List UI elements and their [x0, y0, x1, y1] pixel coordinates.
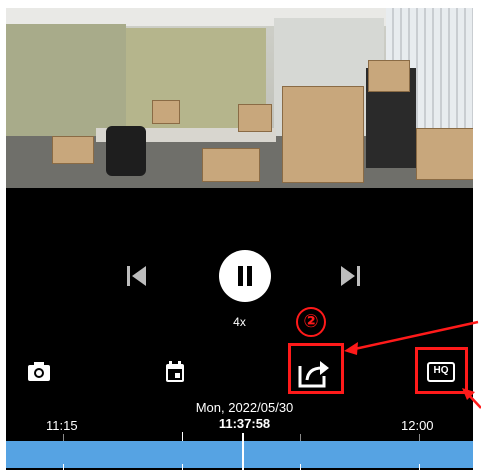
arrow-to-share-icon	[349, 320, 479, 352]
arrowhead-share-icon	[344, 342, 358, 355]
annotation-arrows	[344, 320, 481, 409]
